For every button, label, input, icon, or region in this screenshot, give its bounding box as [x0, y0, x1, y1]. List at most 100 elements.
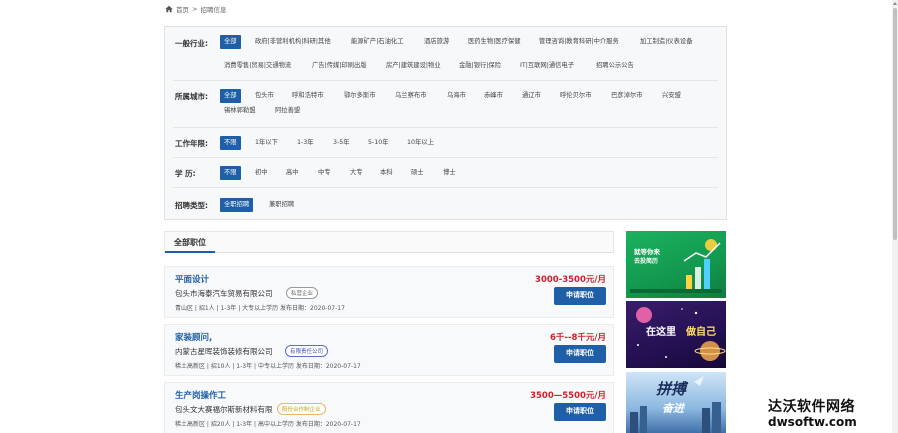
- filter-label-education: 学 历:: [175, 169, 196, 178]
- filter-row-industry: 一般行业: 全部 政府|非营利机构|科研|其他 能源矿产|石油化工 酒店旅游 医…: [165, 35, 726, 85]
- job-salary: 3500—5500元/月: [530, 391, 606, 401]
- breadcrumb-home-link[interactable]: 首页: [176, 4, 189, 14]
- company-name-link[interactable]: 包头文大赛福尔斯新材料有限: [175, 404, 273, 415]
- industry-option[interactable]: 广告|传媒|印刷出版: [312, 59, 367, 73]
- city-option[interactable]: 兴安盟: [662, 89, 681, 103]
- filter-divider: [173, 157, 718, 158]
- home-icon[interactable]: [165, 5, 173, 13]
- ad-subline: 奋进: [662, 402, 684, 415]
- company-name-link[interactable]: 包头市海泰汽车贸易有限公司: [175, 288, 273, 299]
- education-option[interactable]: 中专: [318, 166, 331, 180]
- industry-option[interactable]: 加工制造|仪表设备: [640, 35, 693, 49]
- city-option[interactable]: 呼和浩特市: [292, 89, 323, 103]
- scrollbar-thumb[interactable]: [893, 8, 897, 240]
- education-option[interactable]: 硕士: [411, 166, 424, 180]
- tab-all-jobs[interactable]: 全部职位: [165, 232, 215, 253]
- industry-option[interactable]: 酒店旅游: [424, 35, 449, 49]
- page-scrollbar[interactable]: [892, 0, 898, 433]
- filter-label-experience: 工作年限:: [175, 139, 208, 148]
- education-option[interactable]: 大专: [350, 166, 363, 180]
- city-option[interactable]: 巴彦淖尔市: [611, 89, 642, 103]
- filter-row-city: 所属城市: 全部 包头市 呼和浩特市 鄂尔多斯市 乌兰察布市 乌海市 赤峰市 通…: [165, 88, 726, 124]
- city-option[interactable]: 乌兰察布市: [395, 89, 426, 103]
- filter-divider: [173, 127, 718, 128]
- scroll-up-arrow-icon[interactable]: [893, 0, 897, 6]
- job-meta: 青山区 | 招1人 | 1-3年 | 大专以上学历 发布日期：2020-07-1…: [175, 305, 345, 312]
- job-card: 平面设计 3000-3500元/月 包头市海泰汽车贸易有限公司 私营企业 青山区…: [164, 266, 614, 318]
- city-option[interactable]: 通辽市: [522, 89, 541, 103]
- industry-option[interactable]: 管理咨询|教育科研|中介服务: [539, 35, 619, 49]
- education-option-any[interactable]: 不限: [220, 166, 241, 180]
- ad-headline: 拼搏: [656, 380, 687, 398]
- filter-divider: [173, 80, 718, 81]
- ad-headline: 就等你来: [634, 248, 660, 256]
- company-type-badge: 股份合作制企业: [277, 403, 326, 415]
- job-title-link[interactable]: 生产岗操作工: [175, 389, 226, 401]
- industry-option[interactable]: IT|互联网|通信电子: [520, 59, 574, 73]
- watermark-main: 达沃软件网络: [768, 399, 855, 415]
- job-type-option-parttime[interactable]: 兼职招聘: [269, 198, 294, 212]
- experience-option-any[interactable]: 不限: [220, 136, 241, 150]
- filter-row-experience: 工作年限: 不限 1年以下 1-3年 3-5年 5-10年 10年以上: [165, 135, 726, 155]
- ad-subline: 去投简历: [634, 258, 659, 265]
- city-option-all[interactable]: 全部: [220, 89, 241, 103]
- job-meta: 稀土高新区 | 招10人 | 1-3年 | 中专以上学历 发布日期：2020-0…: [175, 363, 361, 370]
- breadcrumb-current: 招聘信息: [200, 6, 227, 14]
- job-salary: 6千--8千元/月: [550, 333, 606, 343]
- city-option[interactable]: 锡林郭勒盟: [224, 104, 255, 118]
- filter-panel: 一般行业: 全部 政府|非营利机构|科研|其他 能源矿产|石油化工 酒店旅游 医…: [164, 26, 727, 220]
- industry-option[interactable]: 能源矿产|石油化工: [351, 35, 404, 49]
- industry-option[interactable]: 消费零售|贸易|交通物流: [224, 59, 291, 73]
- filter-label-job-type: 招聘类型:: [175, 201, 208, 210]
- experience-option[interactable]: 1年以下: [255, 136, 278, 150]
- job-card: 生产岗操作工 3500—5500元/月 包头文大赛福尔斯新材料有限 股份合作制企…: [164, 382, 614, 433]
- education-option[interactable]: 高中: [286, 166, 299, 180]
- city-option[interactable]: 乌海市: [447, 89, 466, 103]
- experience-option[interactable]: 3-5年: [333, 136, 350, 150]
- company-type-badge: 私营企业: [286, 287, 319, 299]
- ad-headline: 在这里: [646, 327, 676, 338]
- apply-job-button[interactable]: 申请职位: [554, 403, 606, 421]
- industry-option-all[interactable]: 全部: [220, 35, 241, 49]
- education-option[interactable]: 本科: [380, 166, 393, 180]
- filter-row-job-type: 招聘类型: 全职招聘 兼职招聘: [165, 197, 726, 217]
- job-type-option-fulltime[interactable]: 全职招聘: [220, 198, 254, 212]
- city-option[interactable]: 鄂尔多斯市: [344, 89, 375, 103]
- ad-banner-space[interactable]: 在这里 做自己: [626, 301, 726, 368]
- breadcrumb: 首页 > 招聘信息: [165, 3, 226, 15]
- education-option[interactable]: 初中: [255, 166, 268, 180]
- filter-divider: [173, 187, 718, 188]
- apply-job-button[interactable]: 申请职位: [554, 345, 606, 363]
- ad-banner-recruit[interactable]: 就等你来 去投简历: [626, 231, 726, 298]
- watermark-sub: dwsoftw.com: [768, 415, 857, 429]
- industry-option[interactable]: 政府|非营利机构|科研|其他: [255, 35, 331, 49]
- job-meta: 稀土高新区 | 招20人 | 1-3年 | 高中以上学历 发布日期：2020-0…: [175, 421, 361, 428]
- experience-option[interactable]: 5-10年: [368, 136, 389, 150]
- filter-label-city: 所属城市:: [175, 92, 208, 101]
- city-option[interactable]: 赤峰市: [484, 89, 503, 103]
- experience-option[interactable]: 10年以上: [407, 136, 434, 150]
- breadcrumb-separator: >: [192, 5, 198, 13]
- city-option[interactable]: 阿拉善盟: [275, 104, 300, 118]
- company-name-link[interactable]: 内蒙古星晖装饰装修有限公司: [175, 346, 273, 357]
- job-card: 家装顾问, 6千--8千元/月 内蒙古星晖装饰装修有限公司 有限责任公司 稀土高…: [164, 324, 614, 376]
- experience-option[interactable]: 1-3年: [297, 136, 314, 150]
- apply-job-button[interactable]: 申请职位: [554, 287, 606, 305]
- industry-option[interactable]: 招聘公示公告: [596, 59, 634, 73]
- job-salary: 3000-3500元/月: [535, 275, 606, 285]
- ad-subline: 做自己: [686, 327, 716, 338]
- education-option[interactable]: 博士: [443, 166, 456, 180]
- industry-option[interactable]: 金融|银行|保险: [459, 59, 501, 73]
- company-type-badge: 有限责任公司: [285, 345, 329, 357]
- filter-row-education: 学 历: 不限 初中 高中 中专 大专 本科 硕士 博士: [165, 165, 726, 185]
- city-option[interactable]: 包头市: [255, 89, 274, 103]
- watermark: 达沃软件网络 dwsoftw.com: [768, 396, 894, 430]
- job-list-header: 全部职位: [164, 231, 614, 253]
- industry-option[interactable]: 房产|建筑建设|物业: [386, 59, 441, 73]
- city-option[interactable]: 呼伦贝尔市: [560, 89, 591, 103]
- ad-banner-strive[interactable]: 拼搏 奋进: [626, 372, 726, 433]
- job-title-link[interactable]: 平面设计: [175, 273, 209, 285]
- filter-label-industry: 一般行业:: [175, 39, 208, 48]
- industry-option[interactable]: 医药生物|医疗保健: [468, 35, 521, 49]
- job-title-link[interactable]: 家装顾问,: [175, 331, 212, 343]
